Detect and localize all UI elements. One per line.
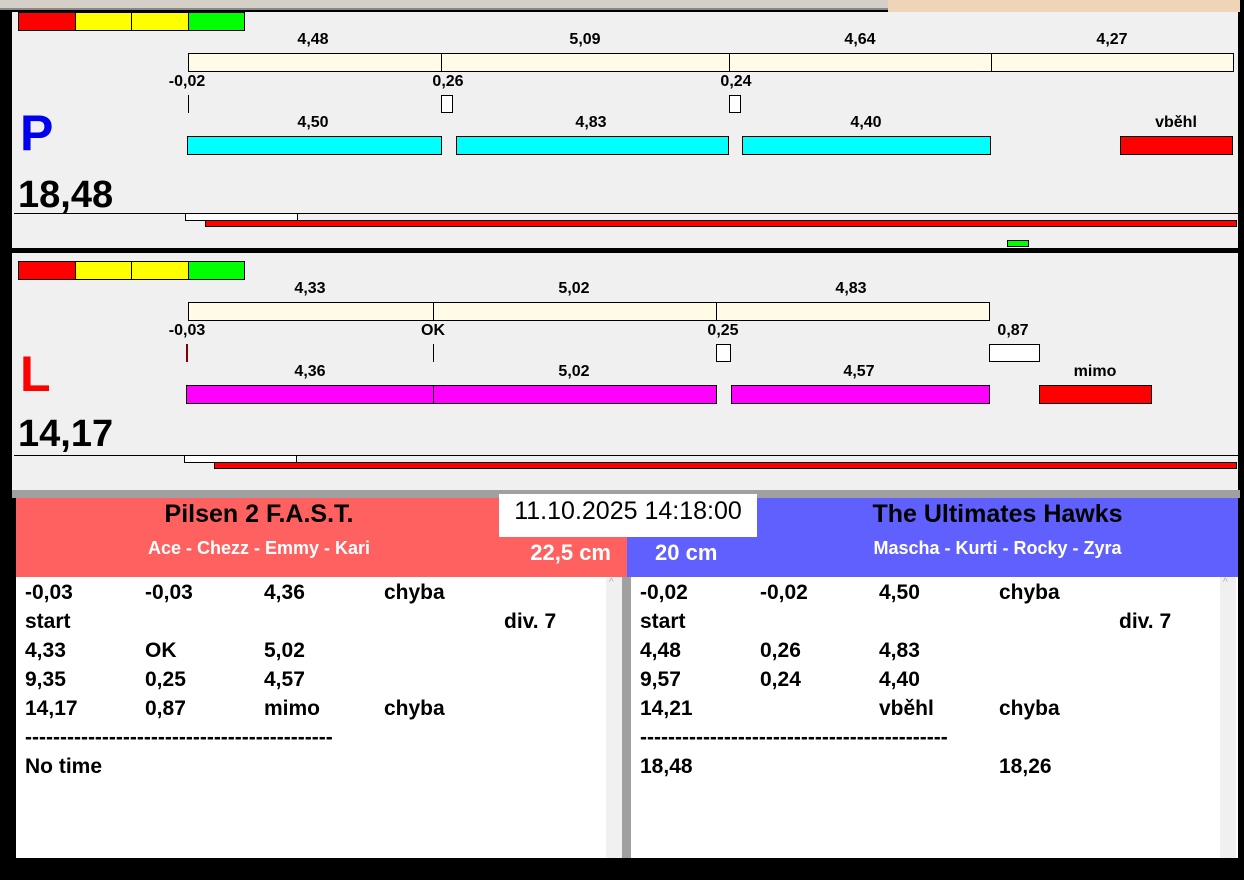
result-cell: 9,35 <box>25 668 66 691</box>
result-row: 14,21 vběhl chyba <box>631 697 1238 726</box>
reaction-marker <box>433 344 434 362</box>
split-bar <box>188 302 434 321</box>
dog-time-label: 4,57 <box>843 363 875 380</box>
left-results-list[interactable]: ^ -0,03 -0,03 4,36 chyba start div. 7 4,33 OK 5,… <box>16 577 622 858</box>
datetime: 11.10.2025 14:18:00 <box>499 494 757 537</box>
result-cell: 0,25 <box>145 668 186 691</box>
dog-bar <box>186 385 434 404</box>
result-cell: 4,40 <box>879 668 920 691</box>
split-label: 4,83 <box>835 280 867 297</box>
result-cell: -0,03 <box>145 581 193 604</box>
reaction-marker <box>989 344 1040 362</box>
divider <box>622 577 631 858</box>
jump-height: 22,5 cm <box>530 540 611 565</box>
status-yellow <box>131 261 189 280</box>
status-yellow <box>75 261 132 280</box>
result-cell: chyba <box>384 697 445 720</box>
fault-label: mimo <box>1073 363 1117 380</box>
result-row: -0,03 -0,03 4,36 chyba <box>16 581 622 610</box>
right-results-list[interactable]: ^ -0,02 -0,02 4,50 chyba start div. 7 4,48 0,26… <box>631 577 1238 858</box>
reaction-label: OK <box>421 322 445 339</box>
result-cell: 4,36 <box>264 581 305 604</box>
result-cell: 4,83 <box>879 639 920 662</box>
reaction-label: -0,03 <box>168 322 206 339</box>
result-cell: 4,33 <box>25 639 66 662</box>
result-cell: chyba <box>384 581 445 604</box>
result-row: 9,57 0,24 4,40 <box>631 668 1238 697</box>
lane-letter: L <box>20 346 51 402</box>
result-cell: 14,17 <box>25 697 78 720</box>
reaction-marker <box>716 344 731 362</box>
result-row: 4,33 OK 5,02 <box>16 639 622 668</box>
status-green <box>188 261 245 280</box>
result-cell: 18,26 <box>999 755 1052 778</box>
result-cell: div. 7 <box>504 610 557 633</box>
result-row: 9,35 0,25 4,57 <box>16 668 622 697</box>
result-cell: mimo <box>264 697 321 720</box>
result-cell: start <box>640 610 686 633</box>
team-dogs: Ace - Chezz - Emmy - Kari <box>147 538 371 558</box>
track-progress-bar <box>214 462 1237 469</box>
split-bar <box>433 302 717 321</box>
reaction-marker <box>186 344 188 362</box>
result-cell: 4,50 <box>879 581 920 604</box>
result-cell: OK <box>145 639 177 662</box>
split-bar <box>716 302 990 321</box>
dog-bar <box>731 385 990 404</box>
result-cell: 0,26 <box>760 639 801 662</box>
dog-time-label: 4,36 <box>294 363 326 380</box>
result-row: start div. 7 <box>16 610 622 639</box>
split-label: 5,02 <box>558 280 590 297</box>
result-row: start div. 7 <box>631 610 1238 639</box>
result-cell: -0,03 <box>25 581 73 604</box>
result-cell: 4,48 <box>640 639 681 662</box>
reaction-label: 0,25 <box>707 322 739 339</box>
team-dogs: Mascha - Kurti - Rocky - Zyra <box>873 538 1122 558</box>
reaction-label: 0,87 <box>997 322 1029 339</box>
dog-bar <box>433 385 717 404</box>
result-cell: 4,57 <box>264 668 305 691</box>
lane-total-time: 14,17 <box>18 413 114 455</box>
lane-l: 4,33 5,02 4,83 -0,03 OK 0,25 0,87 L 4,36… <box>0 0 1244 490</box>
result-cell: ----------------------------------------… <box>640 726 948 749</box>
result-cell: -0,02 <box>640 581 688 604</box>
result-cell: chyba <box>999 697 1060 720</box>
result-cell: start <box>25 610 71 633</box>
result-row: No time <box>16 755 622 784</box>
team-name: Pilsen 2 F.A.S.T. <box>164 500 354 528</box>
result-row: -0,02 -0,02 4,50 chyba <box>631 581 1238 610</box>
fault-bar <box>1039 385 1152 404</box>
result-cell: 18,48 <box>640 755 693 778</box>
result-row: 4,48 0,26 4,83 <box>631 639 1238 668</box>
result-cell: 14,21 <box>640 697 693 720</box>
result-cell: chyba <box>999 581 1060 604</box>
status-red <box>18 261 76 280</box>
split-label: 4,33 <box>294 280 326 297</box>
result-cell: vběhl <box>879 697 934 720</box>
result-cell: 9,57 <box>640 668 681 691</box>
dog-time-label: 5,02 <box>558 363 590 380</box>
jump-height: 20 cm <box>655 540 718 565</box>
result-cell: 5,02 <box>264 639 305 662</box>
result-cell: No time <box>25 755 103 778</box>
result-cell: -0,02 <box>760 581 808 604</box>
result-cell: ----------------------------------------… <box>25 726 333 749</box>
team-name: The Ultimates Hawks <box>872 500 1123 528</box>
result-row: ----------------------------------------… <box>631 726 1238 755</box>
result-row: 14,17 0,87 mimo chyba <box>16 697 622 726</box>
result-cell: 0,87 <box>145 697 186 720</box>
result-cell: div. 7 <box>1119 610 1172 633</box>
result-cell: 0,24 <box>760 668 801 691</box>
result-row: 18,48 18,26 <box>631 755 1238 784</box>
result-row: ----------------------------------------… <box>16 726 622 755</box>
